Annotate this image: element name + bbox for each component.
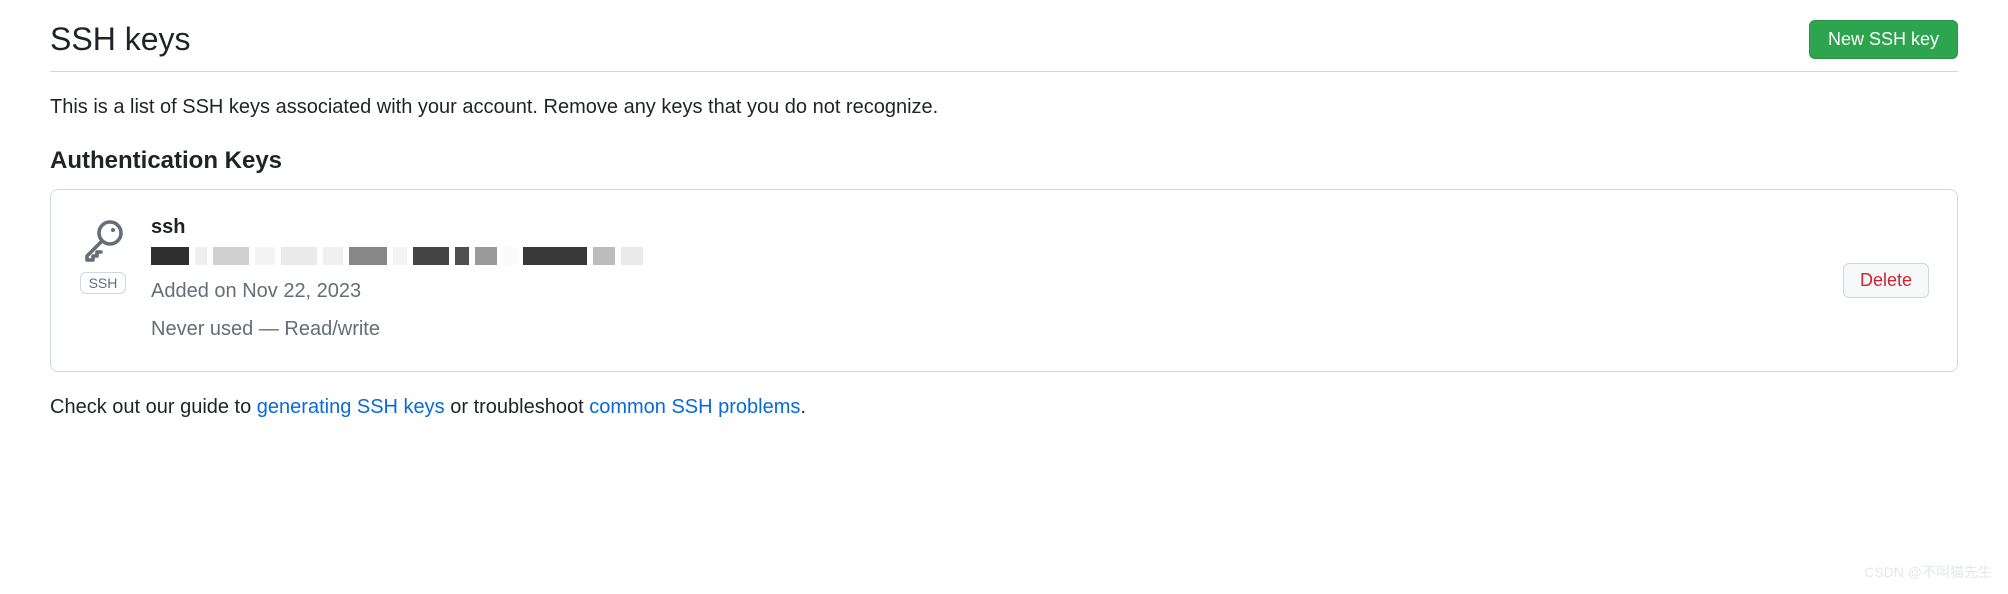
key-added-date: Added on Nov 22, 2023	[151, 275, 643, 307]
key-icon	[79, 216, 127, 264]
footer-text: Check out our guide to generating SSH ke…	[50, 396, 1958, 419]
key-name: ssh	[151, 216, 643, 239]
key-usage: Never used — Read/write	[151, 313, 643, 345]
key-left: SSH ssh Added on Nov 22, 2023	[79, 216, 643, 345]
common-ssh-problems-link[interactable]: common SSH problems	[589, 396, 800, 418]
key-fingerprint-redacted	[151, 247, 643, 265]
new-ssh-key-button[interactable]: New SSH key	[1809, 20, 1958, 59]
ssh-badge: SSH	[80, 272, 127, 294]
key-icon-column: SSH	[79, 216, 127, 294]
section-heading: Authentication Keys	[50, 147, 1958, 175]
header-row: SSH keys New SSH key	[50, 20, 1958, 72]
page-description: This is a list of SSH keys associated wi…	[50, 96, 1958, 119]
footer-prefix: Check out our guide to	[50, 396, 257, 418]
key-details: ssh Added on Nov 22, 2023 Never used —	[151, 216, 643, 345]
footer-suffix: .	[800, 396, 806, 418]
footer-middle: or troubleshoot	[445, 396, 590, 418]
generating-ssh-keys-link[interactable]: generating SSH keys	[257, 396, 445, 418]
watermark: CSDN @不叫猫先生	[1864, 562, 1992, 582]
delete-key-button[interactable]: Delete	[1843, 263, 1929, 298]
page-title: SSH keys	[50, 21, 190, 58]
ssh-key-card: SSH ssh Added on Nov 22, 2023	[50, 189, 1958, 372]
